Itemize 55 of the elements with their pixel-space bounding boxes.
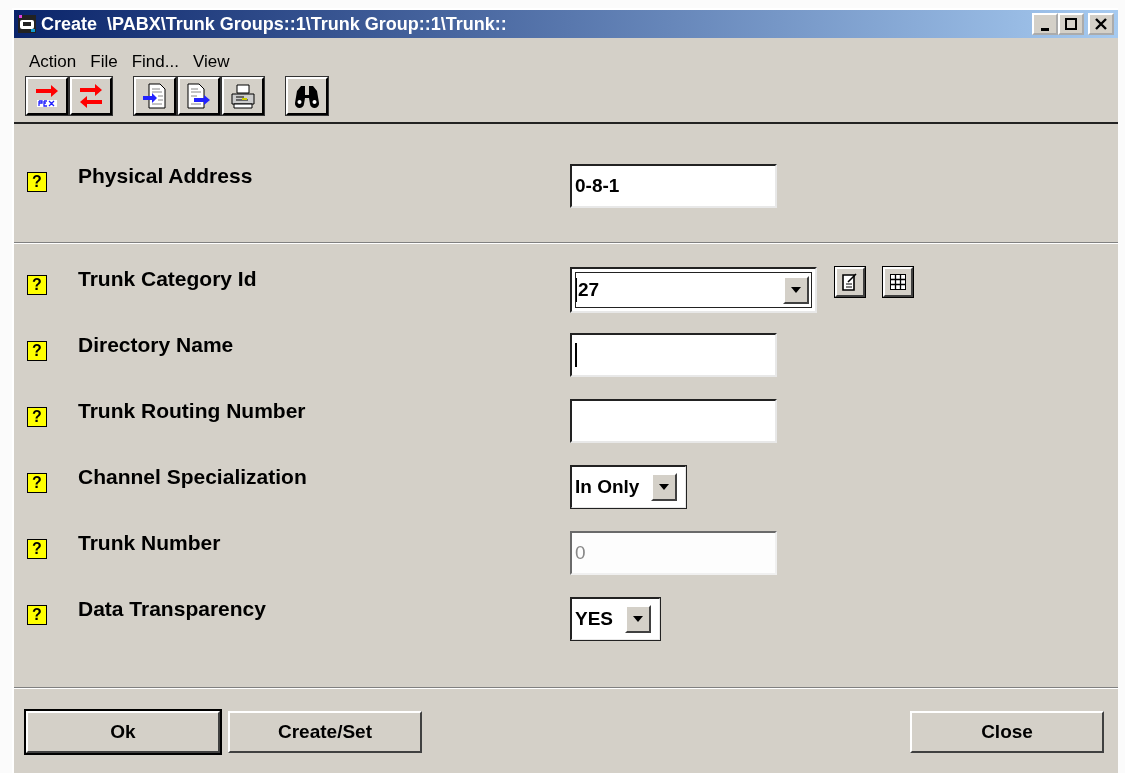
field-label: Trunk Routing Number (78, 399, 307, 423)
double-arrow-icon (78, 83, 104, 109)
maximize-button[interactable] (1058, 13, 1084, 35)
dialog-button[interactable]: Create/Set (228, 711, 422, 753)
window-title: Create \PABX\Trunk Groups::1\Trunk Group::1\Trunk:: (41, 13, 508, 35)
document-import-icon (142, 83, 168, 109)
exchange-button[interactable] (70, 77, 112, 115)
print-button[interactable] (222, 77, 264, 115)
send-to-pbx-button[interactable] (26, 77, 68, 115)
menu-item[interactable]: Action (26, 52, 80, 68)
document-export-icon (186, 83, 212, 109)
minimize-icon (1041, 27, 1049, 31)
minimize-button[interactable] (1032, 13, 1058, 35)
field-label: Channel Specialization (78, 465, 308, 489)
pbx-arrow-icon (34, 83, 60, 109)
menu-item[interactable]: View (189, 52, 233, 68)
dropdown[interactable]: YES (570, 597, 662, 641)
text-field[interactable] (570, 333, 777, 377)
help-button[interactable]: ? (27, 473, 47, 493)
export-button[interactable] (178, 77, 220, 115)
menu-item[interactable]: Find... (128, 52, 182, 68)
grid-icon (890, 274, 906, 290)
dropdown-button[interactable] (783, 276, 809, 304)
caret-icon (791, 287, 801, 293)
text-field[interactable] (570, 399, 777, 443)
dialog-button[interactable]: Ok (26, 711, 220, 753)
help-button[interactable]: ? (27, 341, 47, 361)
help-button[interactable]: ? (27, 605, 47, 625)
import-button[interactable] (134, 77, 176, 115)
field-label: Data Transparency (78, 597, 267, 621)
menu-item[interactable]: File (87, 52, 121, 68)
dropdown-button[interactable] (625, 605, 652, 633)
help-button[interactable]: ? (27, 407, 47, 427)
close-icon (1095, 18, 1107, 30)
caret-icon (659, 484, 670, 490)
printer-icon (230, 83, 256, 109)
find-button[interactable] (286, 77, 328, 115)
close-window-button[interactable] (1088, 13, 1114, 35)
dialog-button[interactable]: Close (910, 711, 1104, 753)
grid-button[interactable] (883, 267, 913, 297)
dropdown[interactable]: In Only (570, 465, 688, 509)
field-label: Directory Name (78, 333, 235, 357)
combo-box[interactable]: 27 (570, 267, 817, 313)
binoculars-icon (294, 83, 320, 109)
caret-icon (633, 616, 644, 622)
field-label: Physical Address (78, 164, 254, 188)
dropdown-button[interactable] (651, 473, 678, 501)
field-label: Trunk Category Id (78, 267, 258, 291)
help-button[interactable]: ? (27, 275, 47, 295)
help-button[interactable]: ? (27, 172, 47, 192)
edit-button[interactable] (835, 267, 865, 297)
field-label: Trunk Number (78, 531, 222, 555)
text-field[interactable]: 0-8-1 (570, 164, 777, 208)
edit-document-icon (842, 273, 858, 291)
maximize-icon (1065, 18, 1077, 30)
